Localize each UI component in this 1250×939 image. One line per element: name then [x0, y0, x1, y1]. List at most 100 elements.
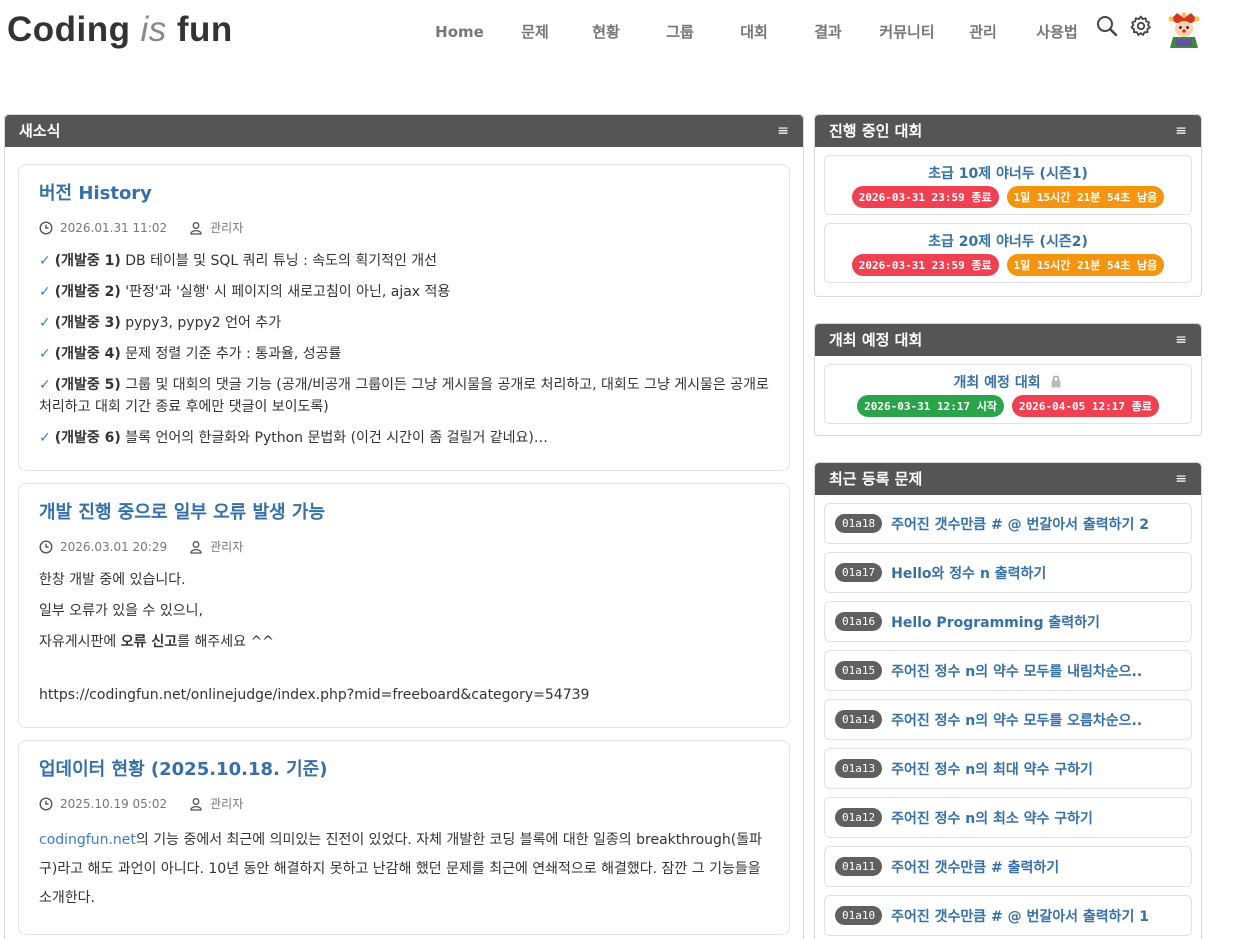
history-item: ✓ (개발중 5) 그룹 및 대회의 댓글 기능 (공개/비공개 그룹이든 그냥 … — [39, 374, 769, 418]
upcoming-menu-icon[interactable]: ≡ — [1175, 324, 1187, 356]
news-post: 업데이터 현황 (2025.10.18. 기준) 2025.10.19 05:0… — [18, 740, 790, 935]
post-text: 자유게시판에 오류 신고를 해주세요 ^^ — [39, 631, 769, 653]
problem-id-badge: 01a16 — [835, 612, 883, 631]
problem-name[interactable]: 주어진 갯수만큼 # 출력하기 — [891, 857, 1059, 877]
post-date: 2026.01.31 11:02 — [60, 220, 168, 235]
history-text: 그룹 및 대회의 댓글 기능 (공개/비공개 그룹이든 그냥 게시물을 공개로 … — [39, 377, 769, 415]
history-text: 블록 언어의 한글화와 Python 문법화 (이건 시간이 좀 걸릴거 같네요… — [120, 430, 548, 446]
post-title[interactable]: 버전 History — [39, 179, 769, 205]
nav-home[interactable]: Home — [428, 20, 491, 44]
problem-item[interactable]: 01a15 주어진 정수 n의 약수 모두를 내림차순으.. — [824, 650, 1192, 691]
nav-problems[interactable]: 문제 — [511, 20, 559, 44]
post-title[interactable]: 개발 진행 중으로 일부 오류 발생 가능 — [39, 498, 769, 524]
problem-item[interactable]: 01a16 Hello Programming 출력하기 — [824, 601, 1192, 642]
news-post: 버전 History 2026.01.31 11:02 관리자 ✓ (개발중 1)… — [18, 164, 790, 471]
clock-icon — [39, 796, 53, 811]
nav-results[interactable]: 결과 — [801, 20, 855, 44]
post-date: 2025.10.19 05:02 — [60, 796, 168, 811]
problem-item[interactable]: 01a18 주어진 갯수만큼 # @ 번갈아서 출력하기 2 — [824, 503, 1192, 544]
nav-community[interactable]: 커뮤니티 — [875, 20, 939, 44]
news-panel: 새소식 ≡ 버전 History 2026.01.31 11:02 관리자 ✓(… — [4, 114, 804, 939]
history-item: ✓ (개발중 4) 문제 정렬 기준 추가 : 통과율, 성공률 — [39, 343, 769, 365]
nav-guide[interactable]: 사용법 — [1027, 20, 1087, 44]
recent-problems-panel: 최근 등록 문제 ≡ 01a18 주어진 갯수만큼 # @ 번갈아서 출력하기 2… — [814, 462, 1202, 939]
history-tag: (개발중 3) — [54, 315, 121, 331]
problem-item[interactable]: 01a10 주어진 갯수만큼 # @ 번갈아서 출력하기 1 — [824, 895, 1192, 936]
avatar[interactable] — [1165, 9, 1203, 49]
news-panel-header: 새소식 ≡ — [5, 115, 803, 147]
news-menu-icon[interactable]: ≡ — [777, 115, 789, 147]
problem-name[interactable]: 주어진 정수 n의 최소 약수 구하기 — [891, 808, 1093, 828]
post-text: 한창 개발 중에 있습니다. — [39, 572, 186, 588]
problem-id-badge: 01a13 — [835, 759, 883, 778]
post-text: codingfun.net의 기능 중에서 최근에 의미있는 진전이 있었다. … — [39, 826, 769, 913]
post-meta: 2026.01.31 11:02 관리자 — [39, 219, 769, 236]
post-meta: 2025.10.19 05:02 관리자 — [39, 795, 769, 812]
recent-panel-header: 최근 등록 문제 ≡ — [815, 463, 1201, 495]
check-icon: ✓ — [39, 253, 51, 269]
upcoming-panel-title: 개최 예정 대회 — [829, 331, 923, 349]
post-date: 2026.03.01 20:29 — [60, 539, 168, 554]
problem-item[interactable]: 01a12 주어진 정수 n의 최소 약수 구하기 — [824, 797, 1192, 838]
problem-name[interactable]: 주어진 정수 n의 약수 모두를 내림차순으.. — [891, 661, 1142, 681]
lock-icon — [1051, 375, 1061, 388]
problem-item[interactable]: 01a14 주어진 정수 n의 약수 모두를 오름차순으.. — [824, 699, 1192, 740]
contest-name[interactable]: 개최 예정 대회 — [954, 375, 1041, 391]
contest-card[interactable]: 초급 20제 야너두 (시즌2) 2026-03-31 23:59 종료 1일 … — [824, 223, 1192, 283]
contest-remain-badge: 1일 15시간 21분 54초 남음 — [1006, 186, 1165, 208]
search-icon[interactable] — [1095, 14, 1119, 38]
recent-panel-title: 최근 등록 문제 — [829, 470, 923, 488]
problem-name[interactable]: Hello Programming 출력하기 — [891, 612, 1100, 632]
contest-name[interactable]: 초급 20제 야너두 (시즌2) — [831, 231, 1185, 251]
problem-item[interactable]: 01a13 주어진 정수 n의 최대 약수 구하기 — [824, 748, 1192, 789]
check-icon: ✓ — [39, 346, 51, 362]
check-icon: ✓ — [39, 315, 51, 331]
history-tag: (개발중 5) — [54, 377, 121, 393]
error-report-emphasis: 오류 신고 — [120, 634, 178, 650]
site-link[interactable]: codingfun.net — [39, 832, 136, 848]
clock-icon — [39, 539, 53, 554]
post-title[interactable]: 업데이터 현황 (2025.10.18. 기준) — [39, 755, 769, 781]
problem-name[interactable]: 주어진 정수 n의 약수 모두를 오름차순으.. — [891, 710, 1142, 730]
problem-name[interactable]: 주어진 정수 n의 최대 약수 구하기 — [891, 759, 1093, 779]
contest-name[interactable]: 초급 10제 야너두 (시즌1) — [831, 163, 1185, 183]
problem-id-badge: 01a15 — [835, 661, 883, 680]
logo-part-coding: Coding — [7, 10, 131, 49]
contest-card[interactable]: 초급 10제 야너두 (시즌1) 2026-03-31 23:59 종료 1일 … — [824, 155, 1192, 215]
contest-card[interactable]: 개최 예정 대회 2026-03-31 12:17 시작 2026-04-05 … — [824, 364, 1192, 424]
problem-id-badge: 01a14 — [835, 710, 883, 729]
problem-name[interactable]: Hello와 정수 n 출력하기 — [891, 563, 1046, 583]
problem-item[interactable]: 01a17 Hello와 정수 n 출력하기 — [824, 552, 1192, 593]
main-nav: Home 문제 현황 그룹 대회 결과 커뮤니티 관리 사용법 — [418, 20, 1097, 44]
nav-status[interactable]: 현황 — [579, 20, 633, 44]
nav-contests[interactable]: 대회 — [727, 20, 781, 44]
post-author: 관리자 — [210, 797, 244, 811]
problem-item[interactable]: 01a11 주어진 갯수만큼 # 출력하기 — [824, 846, 1192, 887]
site-header: Coding is fun Home 문제 현황 그룹 대회 결과 커뮤니티 관리 … — [0, 0, 1250, 64]
ongoing-panel-title: 진행 중인 대회 — [829, 122, 923, 140]
site-logo[interactable]: Coding is fun — [7, 10, 233, 50]
history-tag: (개발중 1) — [54, 253, 121, 269]
nav-groups[interactable]: 그룹 — [653, 20, 707, 44]
contest-end-badge: 2026-03-31 23:59 종료 — [851, 186, 999, 208]
problem-name[interactable]: 주어진 갯수만큼 # @ 번갈아서 출력하기 1 — [891, 906, 1149, 926]
post-body: 의 기능 중에서 최근에 의미있는 진전이 있었다. 자체 개발한 코딩 블록에… — [39, 832, 762, 906]
check-icon: ✓ — [39, 284, 51, 300]
problem-id-badge: 01a17 — [835, 563, 883, 582]
problem-name[interactable]: 주어진 갯수만큼 # @ 번갈아서 출력하기 2 — [891, 514, 1149, 534]
history-tag: (개발중 2) — [54, 284, 121, 300]
problem-id-badge: 01a11 — [835, 857, 883, 876]
logo-part-is: is — [140, 10, 167, 49]
history-text: 문제 정렬 기준 추가 : 통과율, 성공률 — [120, 346, 342, 362]
history-item: ✓ (개발중 3) pypy3, pypy2 언어 추가 — [39, 312, 769, 334]
history-tag: (개발중 6) — [54, 430, 121, 446]
post-meta: 2026.03.01 20:29 관리자 — [39, 538, 769, 555]
gear-icon[interactable] — [1129, 14, 1153, 38]
history-item: ✓ (개발중 1) DB 테이블 및 SQL 쿼리 튜닝 : 속도의 획기적인 개… — [39, 250, 769, 272]
history-text: pypy3, pypy2 언어 추가 — [120, 315, 282, 331]
ongoing-menu-icon[interactable]: ≡ — [1175, 115, 1187, 147]
history-tag: (개발중 4) — [54, 346, 121, 362]
freeboard-url[interactable]: https://codingfun.net/onlinejudge/index.… — [39, 684, 769, 706]
nav-admin[interactable]: 관리 — [959, 20, 1007, 44]
recent-menu-icon[interactable]: ≡ — [1175, 463, 1187, 495]
